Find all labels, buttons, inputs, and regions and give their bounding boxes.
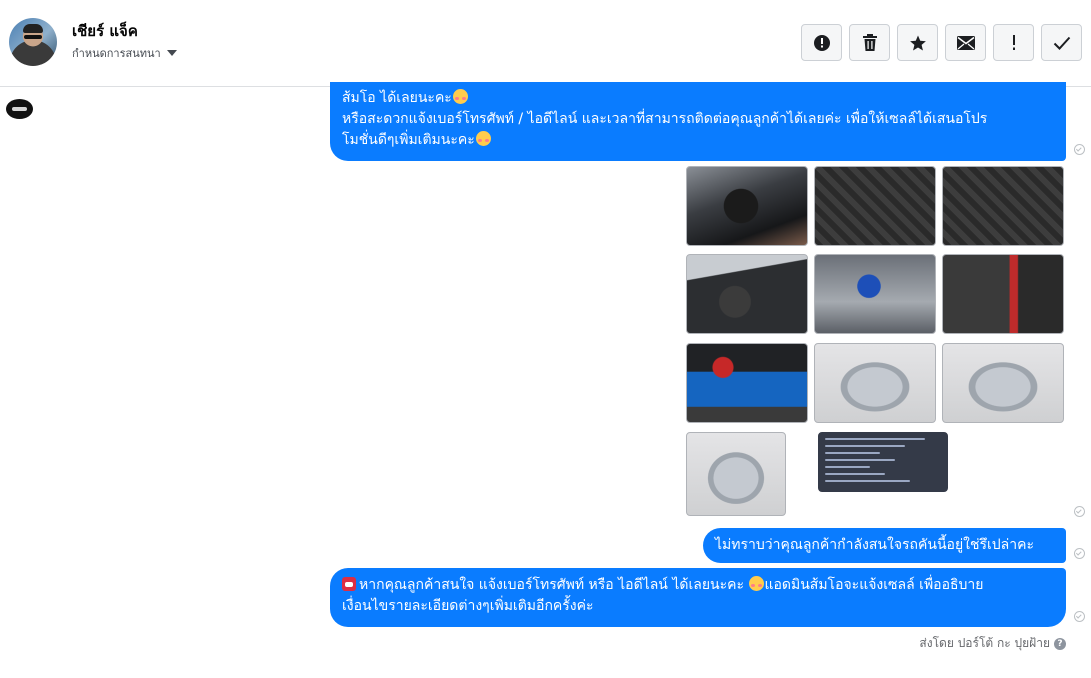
smiling-face-hearts-icon bbox=[475, 131, 491, 146]
photo-interior-steering[interactable] bbox=[686, 166, 808, 246]
conversation-actions bbox=[801, 24, 1082, 61]
message-text: หากคุณลูกค้าสนใจ แจ้งเบอร์โทรศัพท์ หรือ … bbox=[359, 577, 744, 593]
delete-button[interactable] bbox=[849, 24, 890, 61]
photo-battery[interactable] bbox=[686, 343, 808, 423]
message-text: ส้มโอ ได้เลยนะคะ bbox=[342, 90, 452, 106]
star-button[interactable] bbox=[897, 24, 938, 61]
mark-spam-button[interactable] bbox=[801, 24, 842, 61]
message-text: เงื่อนไขรายละเอียดต่างๆเพิ่มเติมอีกครั้ง… bbox=[342, 598, 594, 614]
photo-engine-bay[interactable] bbox=[814, 254, 936, 334]
smiling-face-hearts-icon bbox=[452, 89, 468, 104]
sent-by-text: ส่งโดย ปอร์โต้ กะ ปุยฝ้าย bbox=[919, 636, 1050, 650]
conversation-schedule-dropdown[interactable]: กำหนดการสนทนา bbox=[72, 44, 177, 62]
contact-avatar[interactable] bbox=[9, 18, 57, 66]
photo-truck-front[interactable] bbox=[942, 343, 1064, 423]
sent-status-icon bbox=[1074, 506, 1085, 517]
mark-done-button[interactable] bbox=[1041, 24, 1082, 61]
sent-status-icon bbox=[1074, 611, 1085, 622]
conversation-schedule-label: กำหนดการสนทนา bbox=[72, 47, 161, 60]
message-bubble: ไม่ทราบว่าคุณลูกค้ากำลังสนใจรถคันนี้อยู่… bbox=[703, 528, 1066, 563]
message-text: ไม่ทราบว่าคุณลูกค้ากำลังสนใจรถคันนี้อยู่… bbox=[715, 537, 1034, 553]
photo-spec-sheet[interactable] bbox=[818, 432, 948, 492]
trash-icon bbox=[862, 33, 877, 51]
alert-circle-icon bbox=[813, 34, 830, 51]
message-text: หรือสะดวกแจ้งเบอร์โทรศัพท์ / ไอดีไลน์ แล… bbox=[342, 111, 988, 127]
message-text: แอดมินส้มโอจะแจ้งเซลล์ เพื่ออธิบาย bbox=[764, 577, 984, 593]
star-icon bbox=[909, 35, 926, 50]
follow-up-button[interactable] bbox=[993, 24, 1034, 61]
photo-interior-seats[interactable] bbox=[814, 166, 936, 246]
smiling-face-hearts-icon bbox=[749, 576, 765, 591]
photo-dashboard-console[interactable] bbox=[686, 254, 808, 334]
exclamation-icon bbox=[1012, 34, 1015, 50]
page-avatar bbox=[6, 99, 33, 119]
message-text: โมชั่นดีๆเพิ่มเติมนะคะ bbox=[342, 132, 475, 148]
photo-truck-front-left[interactable] bbox=[814, 343, 936, 423]
photo-truck-rear[interactable] bbox=[686, 432, 786, 516]
telephone-icon bbox=[342, 577, 356, 591]
caret-down-icon bbox=[166, 50, 177, 56]
help-icon[interactable]: ? bbox=[1054, 637, 1066, 650]
mark-unread-button[interactable] bbox=[945, 24, 986, 61]
envelope-icon bbox=[956, 35, 975, 50]
conversation-header: เชียร์ แจ็ค กำหนดการสนทนา bbox=[0, 0, 1091, 87]
photo-seat-side[interactable] bbox=[942, 254, 1064, 334]
check-icon bbox=[1053, 36, 1070, 50]
message-bubble: ส้มโอ ได้เลยนะคะ หรือสะดวกแจ้งเบอร์โทรศั… bbox=[330, 82, 1066, 161]
photo-interior-front-seats[interactable] bbox=[942, 166, 1064, 246]
message-bubble: หากคุณลูกค้าสนใจ แจ้งเบอร์โทรศัพท์ หรือ … bbox=[330, 568, 1066, 627]
sent-by-label: ส่งโดย ปอร์โต้ กะ ปุยฝ้าย ? bbox=[919, 634, 1066, 653]
sent-status-icon bbox=[1074, 548, 1085, 559]
contact-name[interactable]: เชียร์ แจ็ค bbox=[72, 19, 138, 43]
sent-status-icon bbox=[1074, 144, 1085, 155]
